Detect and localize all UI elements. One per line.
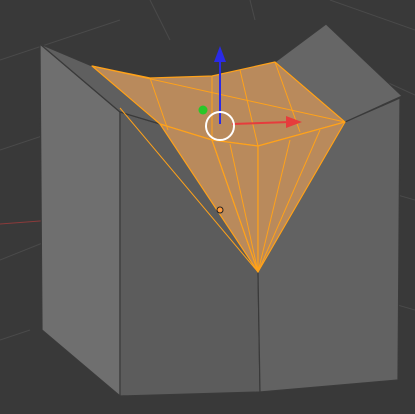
3d-viewport[interactable]	[0, 0, 415, 414]
viewport-canvas[interactable]	[0, 0, 415, 414]
object-origin-icon	[216, 206, 224, 214]
gizmo-y-handle-icon[interactable]	[198, 105, 208, 115]
